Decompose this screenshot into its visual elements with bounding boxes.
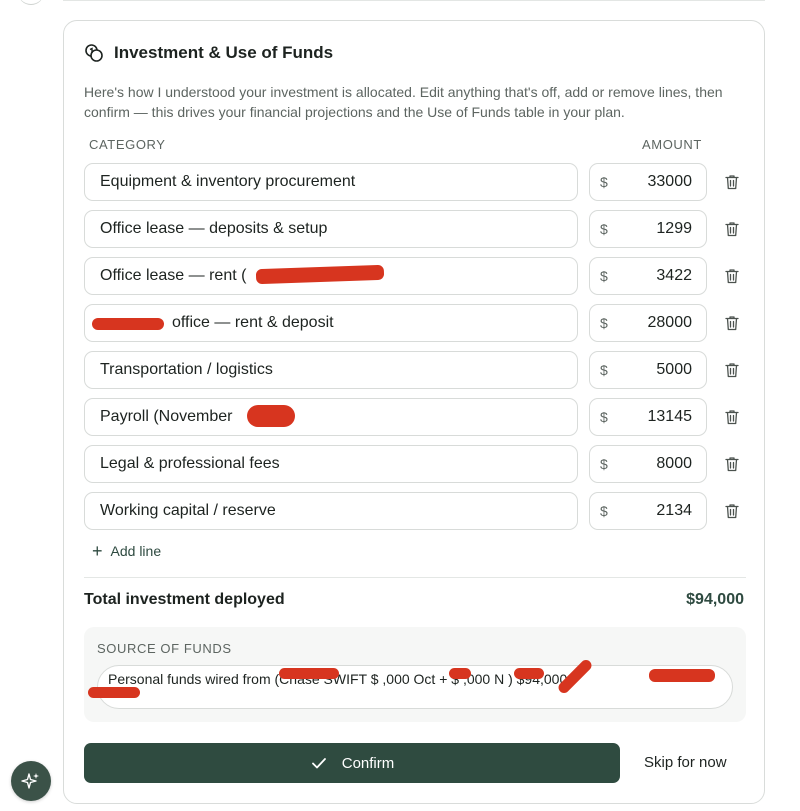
amount-input[interactable]: $ 2134	[589, 492, 707, 530]
amount-value: 3422	[656, 267, 692, 284]
amount-value: 2134	[656, 502, 692, 519]
allocation-row: Transportation / logistics $ 5000	[84, 351, 764, 391]
redaction-mark	[514, 668, 544, 679]
currency-symbol: $	[600, 315, 608, 331]
assistant-button[interactable]	[11, 761, 51, 801]
category-input[interactable]: Equipment & inventory procurement	[84, 163, 578, 201]
previous-element-edge	[18, 0, 44, 5]
currency-symbol: $	[600, 221, 608, 237]
category-input[interactable]: Payroll (November	[84, 398, 578, 436]
amount-value: 1299	[656, 220, 692, 237]
trash-icon[interactable]	[723, 173, 741, 191]
allocation-row: Equipment & inventory procurement $ 3300…	[84, 163, 764, 203]
allocation-row: Payroll (November $ 13145	[84, 398, 764, 438]
currency-symbol: $	[600, 503, 608, 519]
category-input[interactable]: Legal & professional fees	[84, 445, 578, 483]
amount-input[interactable]: $ 1299	[589, 210, 707, 248]
allocation-row: Office lease — rent ( $ 3422	[84, 257, 764, 297]
redaction-mark	[88, 687, 140, 698]
amount-input[interactable]: $ 33000	[589, 163, 707, 201]
previous-card-edge	[63, 0, 765, 1]
allocation-row: Legal & professional fees $ 8000	[84, 445, 764, 485]
trash-icon[interactable]	[723, 502, 741, 520]
trash-icon[interactable]	[723, 455, 741, 473]
redaction-mark	[279, 668, 339, 679]
allocation-row: office — rent & deposit $ 28000	[84, 304, 764, 344]
sparkle-icon	[21, 773, 39, 789]
currency-symbol: $	[600, 456, 608, 472]
category-input[interactable]: Working capital / reserve	[84, 492, 578, 530]
currency-symbol: $	[600, 362, 608, 378]
allocation-row: Working capital / reserve $ 2134	[84, 492, 764, 532]
source-of-funds-input[interactable]: Personal funds wired from (Chase SWIFT $…	[97, 665, 733, 709]
add-line-button[interactable]: + Add line	[92, 542, 161, 560]
trash-icon[interactable]	[723, 267, 741, 285]
amount-value: 8000	[656, 455, 692, 472]
skip-button[interactable]: Skip for now	[644, 754, 727, 771]
amount-column-header: AMOUNT	[642, 137, 702, 152]
currency-symbol: $	[600, 409, 608, 425]
amount-value: 5000	[656, 361, 692, 378]
category-column-header: CATEGORY	[89, 137, 166, 152]
amount-input[interactable]: $ 8000	[589, 445, 707, 483]
category-text: office — rent & deposit	[172, 314, 334, 331]
redaction-mark	[92, 318, 164, 330]
confirm-label: Confirm	[341, 754, 395, 772]
card-header: Investment & Use of Funds	[84, 43, 333, 63]
trash-icon[interactable]	[723, 408, 741, 426]
currency-symbol: $	[600, 268, 608, 284]
amount-value: 28000	[647, 314, 693, 331]
source-of-funds-panel: SOURCE OF FUNDS Personal funds wired fro…	[84, 627, 746, 722]
plus-icon: +	[92, 541, 103, 561]
amount-value: 33000	[647, 173, 693, 190]
trash-icon[interactable]	[723, 314, 741, 332]
divider	[84, 577, 746, 578]
add-line-label: Add line	[110, 543, 162, 559]
redaction-mark	[247, 405, 295, 427]
confirm-button[interactable]: Confirm	[84, 743, 620, 783]
amount-input[interactable]: $ 3422	[589, 257, 707, 295]
source-of-funds-label: SOURCE OF FUNDS	[97, 641, 232, 656]
coins-icon	[85, 44, 103, 62]
total-label: Total investment deployed	[84, 591, 285, 608]
trash-icon[interactable]	[723, 361, 741, 379]
card-description: Here's how I understood your investment …	[84, 84, 723, 120]
amount-input[interactable]: $ 13145	[589, 398, 707, 436]
allocation-row: Office lease — deposits & setup $ 1299	[84, 210, 764, 250]
amount-input[interactable]: $ 28000	[589, 304, 707, 342]
total-value: $94,000	[686, 591, 744, 608]
category-input[interactable]: Transportation / logistics	[84, 351, 578, 389]
redaction-mark	[649, 669, 715, 682]
redaction-mark	[449, 668, 471, 679]
category-input[interactable]: Office lease — deposits & setup	[84, 210, 578, 248]
trash-icon[interactable]	[723, 220, 741, 238]
currency-symbol: $	[600, 174, 608, 190]
investment-card: Investment & Use of Funds Here's how I u…	[63, 20, 765, 804]
card-title: Investment & Use of Funds	[114, 43, 334, 62]
check-icon	[311, 758, 326, 769]
amount-value: 13145	[647, 408, 693, 425]
amount-input[interactable]: $ 5000	[589, 351, 707, 389]
